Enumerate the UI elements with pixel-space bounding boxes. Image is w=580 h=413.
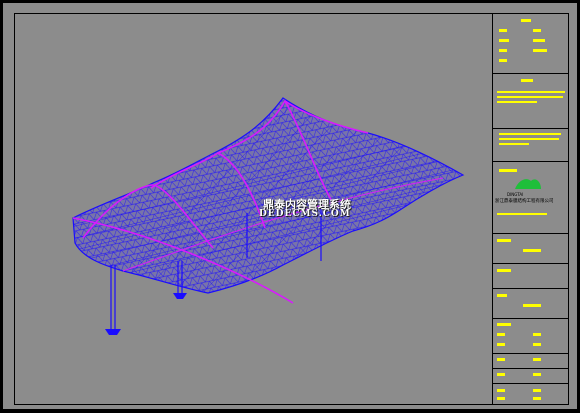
tb-mark (521, 79, 533, 82)
company-name: 浙江鼎泰膜结构工程有限公司 (495, 199, 554, 204)
tb-line (497, 101, 537, 103)
watermark-line2: DEDECMS.COM (259, 209, 351, 219)
tb-mark (533, 389, 541, 392)
tb-line (499, 143, 529, 145)
tb-mark (533, 49, 547, 52)
tb-mark (499, 59, 507, 62)
tb-mark (533, 39, 545, 42)
tb-line (497, 91, 565, 93)
tb-mark (499, 169, 517, 172)
company-logo-text: DINGTAI (507, 192, 524, 197)
tb-mark (497, 323, 511, 326)
tb-mark (533, 29, 541, 32)
tb-mark (497, 373, 505, 376)
tb-mark (523, 249, 541, 252)
tb-line (499, 133, 561, 135)
column-bases (105, 293, 187, 335)
tb-line (497, 213, 547, 215)
tb-mark (533, 373, 541, 376)
tb-mark (497, 389, 505, 392)
tb-mark (499, 49, 507, 52)
tb-mark (521, 19, 531, 22)
tb-mark (499, 39, 509, 42)
tb-mark (533, 333, 541, 336)
tb-mark (497, 294, 507, 297)
company-logo (515, 179, 541, 189)
tb-mark (497, 358, 505, 361)
tb-mark (533, 358, 541, 361)
tb-mark (499, 29, 507, 32)
tb-line (497, 96, 563, 98)
tb-line (499, 138, 559, 140)
tb-mark (497, 343, 505, 346)
tb-mark (523, 304, 541, 307)
drawing-sheet: 鼎泰内容管理系统 DEDECMS.COM DINGTAI 浙江鼎泰膜结构工程有限… (3, 3, 577, 409)
title-block: DINGTAI 浙江鼎泰膜结构工程有限公司 (492, 13, 569, 405)
tb-mark (497, 397, 505, 400)
tb-mark (533, 343, 541, 346)
tb-mark (497, 239, 511, 242)
tb-mark (497, 333, 505, 336)
tb-mark (533, 397, 541, 400)
tb-mark (497, 269, 511, 272)
